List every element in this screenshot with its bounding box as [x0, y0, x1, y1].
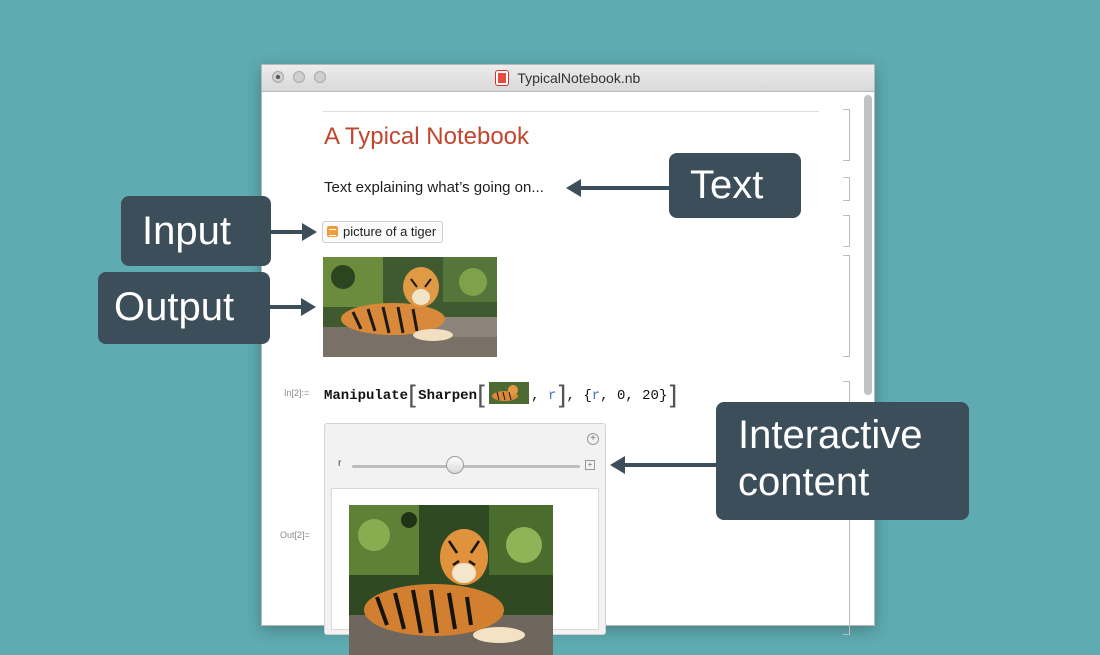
input-arrow-head [302, 223, 317, 241]
notebook-text-cell: Text explaining what’s going on... [324, 179, 544, 196]
window-title: TypicalNotebook.nb [262, 70, 874, 86]
free-form-input-text: picture of a tiger [343, 224, 437, 239]
cell-bracket-title[interactable] [843, 109, 850, 161]
sharpen-function: Sharpen [418, 388, 477, 404]
output-callout-label: Output [114, 285, 235, 329]
expand-icon[interactable]: + [585, 460, 595, 470]
list-open: { [583, 388, 592, 404]
text-arrow-line [580, 186, 672, 190]
title-bar: TypicalNotebook.nb [262, 65, 874, 92]
slider-thumb[interactable] [445, 456, 464, 474]
list-range: , 0, 20} [600, 388, 668, 404]
interactive-callout-line2: content [738, 460, 870, 504]
section-divider [323, 111, 819, 112]
output-arrow-head [301, 298, 316, 316]
output-label: Out[2]= [280, 530, 310, 540]
code-input-cell[interactable]: Manipulate[Sharpen[, r], {r, 0, 20}] [324, 381, 678, 411]
bracket: [ [408, 381, 419, 411]
interactive-arrow-head [610, 456, 625, 474]
vertical-scrollbar[interactable] [864, 95, 872, 395]
input-callout-label: Input [142, 209, 231, 253]
interactive-callout: Interactive content [716, 402, 969, 520]
notebook-title: A Typical Notebook [324, 123, 530, 150]
input-callout: Input [121, 196, 271, 266]
bracket: [ [476, 381, 488, 411]
manipulate-function: Manipulate [324, 388, 409, 404]
input-label: In[2]:= [284, 388, 310, 398]
tiger-thumbnail-image [489, 382, 530, 404]
cell-bracket-input[interactable] [843, 215, 850, 247]
interactive-arrow-line [624, 463, 718, 467]
list-variable-r: r [591, 388, 601, 404]
text-arrow-head [566, 179, 581, 197]
add-icon[interactable]: + [587, 433, 599, 445]
bracket: ] [556, 381, 567, 411]
interactive-callout-line1: Interactive [738, 413, 923, 457]
output-arrow-line [270, 305, 302, 309]
free-form-input[interactable]: picture of a tiger [322, 221, 444, 243]
cell-bracket-output[interactable] [843, 255, 850, 357]
input-arrow-line [271, 230, 303, 234]
notebook-window: TypicalNotebook.nb A Typical Notebook Te… [261, 64, 875, 655]
slider-track[interactable] [352, 465, 580, 468]
sharpened-tiger-image [349, 505, 553, 655]
slider-label: r [338, 458, 342, 469]
text-callout-label: Text [690, 163, 764, 207]
notebook-file-icon [495, 71, 508, 85]
tiger-output-image [323, 257, 497, 357]
cell-bracket-text[interactable] [843, 177, 850, 201]
bracket: ] [667, 381, 678, 411]
window-title-text: TypicalNotebook.nb [517, 70, 641, 86]
output-callout: Output [98, 272, 270, 344]
text-callout: Text [669, 153, 801, 218]
free-form-input-icon [327, 226, 338, 237]
